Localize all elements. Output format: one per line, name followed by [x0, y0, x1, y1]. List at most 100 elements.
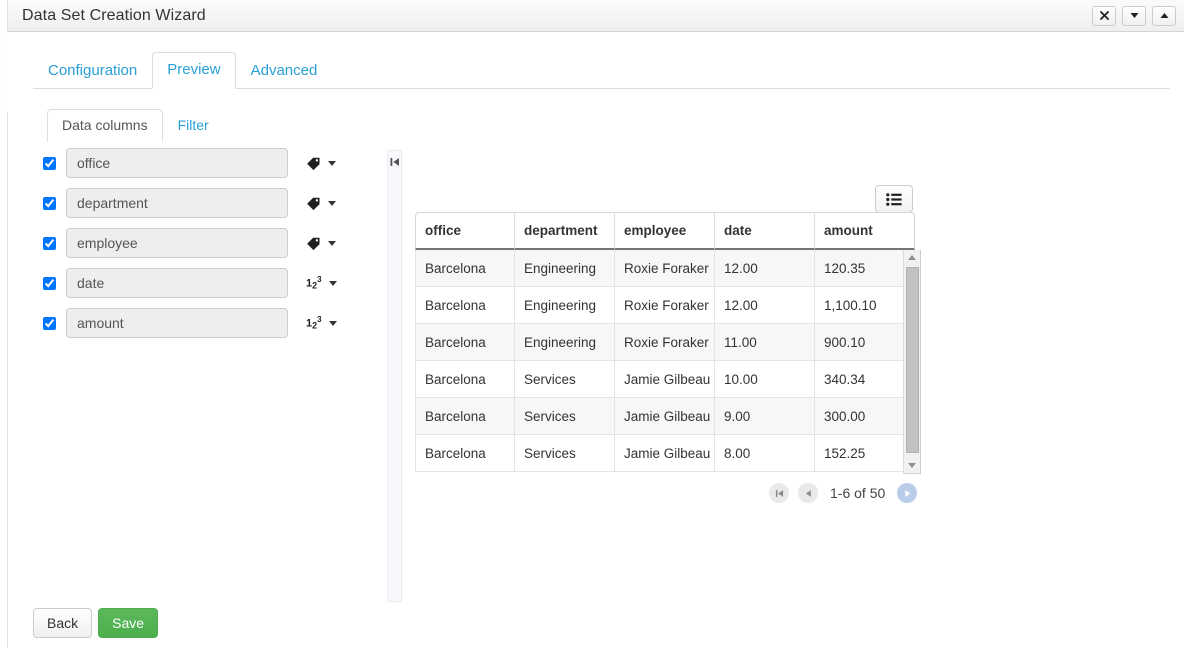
table-cell: Engineering	[515, 250, 615, 287]
table-row[interactable]: Barcelona Engineering Roxie Foraker 12.0…	[415, 287, 915, 324]
column-type-dropdown-office[interactable]	[306, 151, 336, 175]
table-row[interactable]: Barcelona Services Jamie Gilbeau 10.00 3…	[415, 361, 915, 398]
scrollbar-thumb[interactable]	[906, 267, 919, 453]
window-body: Configuration Preview Advanced Data colu…	[9, 33, 1184, 648]
chevron-down-icon	[328, 161, 336, 166]
preview-table-wrap: office department employee date amount B…	[415, 212, 915, 472]
table-cell: Barcelona	[415, 324, 515, 361]
pagination-label: 1-6 of 50	[827, 485, 888, 501]
table-header-department[interactable]: department	[515, 212, 615, 250]
column-checkbox-amount[interactable]	[43, 317, 56, 330]
list-icon[interactable]	[875, 185, 913, 213]
table-header-office[interactable]: office	[415, 212, 515, 250]
column-row-employee	[39, 223, 389, 263]
chevron-down-icon	[328, 241, 336, 246]
column-checkbox-employee[interactable]	[43, 237, 56, 250]
table-header-date[interactable]: date	[715, 212, 815, 250]
scroll-down-icon[interactable]	[904, 458, 920, 473]
column-name-input-employee[interactable]	[66, 228, 288, 258]
table-body: Barcelona Engineering Roxie Foraker 12.0…	[415, 250, 915, 472]
column-name-input-department[interactable]	[66, 188, 288, 218]
chevron-down-icon	[328, 201, 336, 206]
close-icon[interactable]	[1092, 6, 1116, 26]
table-cell: 1,100.10	[815, 287, 915, 324]
table-row[interactable]: Barcelona Engineering Roxie Foraker 11.0…	[415, 324, 915, 361]
column-type-dropdown-employee[interactable]	[306, 231, 336, 255]
next-page-icon[interactable]	[897, 483, 917, 503]
chevron-down-icon[interactable]	[1122, 6, 1146, 26]
table-row[interactable]: Barcelona Services Jamie Gilbeau 9.00 30…	[415, 398, 915, 435]
table-cell: 11.00	[715, 324, 815, 361]
column-type-dropdown-date[interactable]: 123	[306, 271, 337, 295]
column-row-office	[39, 143, 389, 183]
table-cell: 8.00	[715, 435, 815, 472]
window-left-edge	[0, 0, 8, 648]
column-name-input-amount[interactable]	[66, 308, 288, 338]
tab-preview[interactable]: Preview	[152, 52, 235, 89]
table-cell: Barcelona	[415, 361, 515, 398]
pagination: 1-6 of 50	[769, 483, 917, 503]
table-cell: Engineering	[515, 324, 615, 361]
panel-splitter[interactable]	[387, 150, 402, 602]
column-name-input-office[interactable]	[66, 148, 288, 178]
table-cell: Roxie Foraker	[615, 324, 715, 361]
number-icon: 123	[306, 316, 322, 331]
number-icon: 123	[306, 276, 322, 291]
scroll-up-icon[interactable]	[904, 250, 920, 265]
table-header-amount[interactable]: amount	[815, 212, 915, 250]
inner-tab-bar: Data columns Filter	[47, 111, 387, 142]
table-vertical-scrollbar[interactable]	[903, 250, 921, 474]
column-name-input-date[interactable]	[66, 268, 288, 298]
window-title-bar: Data Set Creation Wizard	[8, 0, 1184, 32]
wizard-window: Data Set Creation Wizard Configuration P…	[0, 0, 1184, 648]
save-button[interactable]: Save	[98, 608, 158, 638]
column-checkbox-date[interactable]	[43, 277, 56, 290]
main-tab-bar: Configuration Preview Advanced	[33, 53, 1170, 89]
table-cell: 10.00	[715, 361, 815, 398]
view-toggle-wrap	[875, 185, 913, 213]
column-type-dropdown-amount[interactable]: 123	[306, 311, 337, 335]
collapse-left-icon[interactable]	[389, 155, 401, 169]
data-columns-panel: 123 123	[39, 143, 389, 343]
tag-icon	[306, 156, 321, 171]
table-cell: Jamie Gilbeau	[615, 435, 715, 472]
window-controls	[1092, 6, 1184, 26]
table-cell: Jamie Gilbeau	[615, 398, 715, 435]
table-header-row: office department employee date amount	[415, 212, 915, 250]
chevron-down-icon	[329, 321, 337, 326]
table-row[interactable]: Barcelona Engineering Roxie Foraker 12.0…	[415, 250, 915, 287]
first-page-icon[interactable]	[769, 483, 789, 503]
table-cell: 12.00	[715, 250, 815, 287]
table-header-employee[interactable]: employee	[615, 212, 715, 250]
table-cell: 340.34	[815, 361, 915, 398]
preview-panel: office department employee date amount B…	[409, 145, 1174, 608]
preview-table: office department employee date amount B…	[415, 212, 915, 472]
column-checkbox-office[interactable]	[43, 157, 56, 170]
tab-configuration[interactable]: Configuration	[33, 53, 152, 89]
table-cell: Services	[515, 361, 615, 398]
table-cell: 9.00	[715, 398, 815, 435]
table-cell: 152.25	[815, 435, 915, 472]
table-cell: Roxie Foraker	[615, 287, 715, 324]
tag-icon	[306, 236, 321, 251]
column-checkbox-department[interactable]	[43, 197, 56, 210]
tab-advanced[interactable]: Advanced	[236, 53, 333, 89]
table-cell: Jamie Gilbeau	[615, 361, 715, 398]
window-title: Data Set Creation Wizard	[8, 7, 206, 25]
tab-data-columns[interactable]: Data columns	[47, 109, 163, 142]
column-row-date: 123	[39, 263, 389, 303]
column-row-department	[39, 183, 389, 223]
tab-filter[interactable]: Filter	[163, 109, 224, 142]
table-cell: Engineering	[515, 287, 615, 324]
table-cell: Barcelona	[415, 250, 515, 287]
column-row-amount: 123	[39, 303, 389, 343]
chevron-up-icon[interactable]	[1152, 6, 1176, 26]
previous-page-icon[interactable]	[798, 483, 818, 503]
table-cell: Barcelona	[415, 287, 515, 324]
table-row[interactable]: Barcelona Services Jamie Gilbeau 8.00 15…	[415, 435, 915, 472]
footer-actions: Back Save	[33, 608, 158, 638]
back-button[interactable]: Back	[33, 608, 92, 638]
table-cell: Barcelona	[415, 398, 515, 435]
table-cell: 120.35	[815, 250, 915, 287]
column-type-dropdown-department[interactable]	[306, 191, 336, 215]
